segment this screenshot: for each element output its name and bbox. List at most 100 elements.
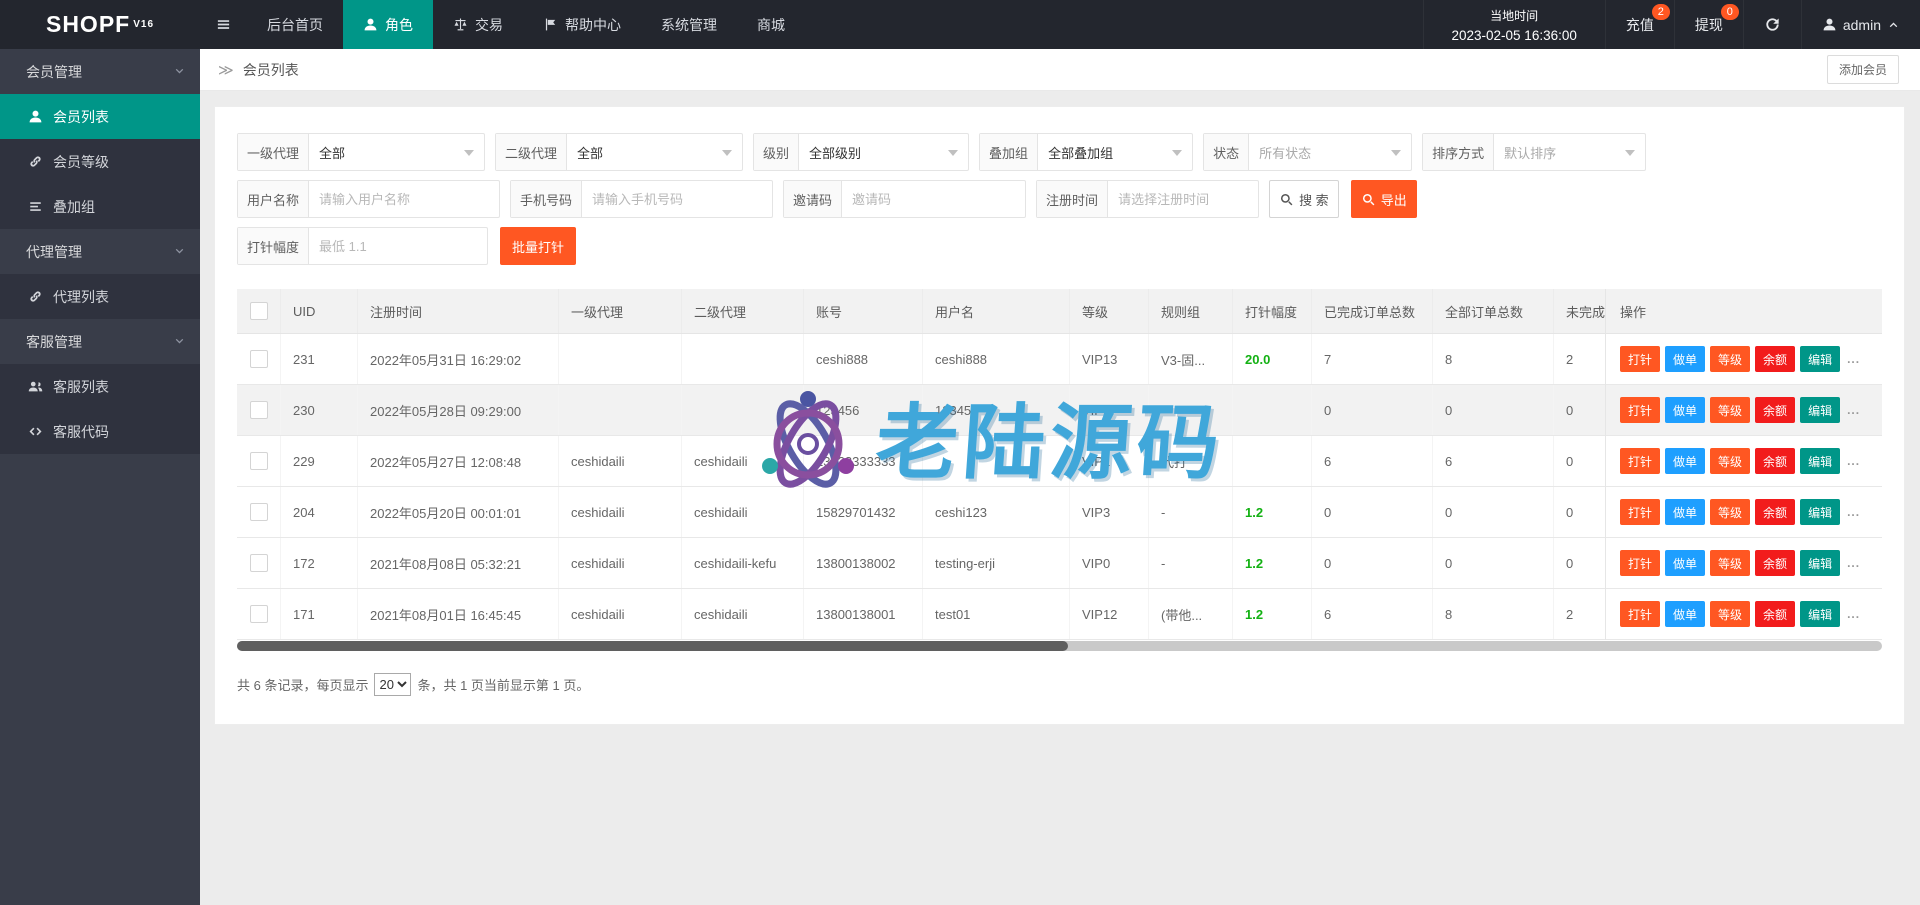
action-edit-button[interactable]: 编辑 — [1800, 499, 1840, 525]
cell-reg-time: 2022年05月31日 16:29:02 — [358, 334, 559, 384]
action-level-button[interactable]: 等级 — [1710, 499, 1750, 525]
search-button[interactable]: 搜 索 — [1269, 180, 1339, 218]
sidebar-item-service-code[interactable]: 客服代码 — [0, 409, 200, 454]
action-inject-button[interactable]: 打针 — [1620, 346, 1660, 372]
nav-item-trade[interactable]: 交易 — [433, 0, 523, 49]
nav-item-help-center[interactable]: 帮助中心 — [523, 0, 641, 49]
action-make-order-button[interactable]: 做单 — [1665, 601, 1705, 627]
row-checkbox[interactable] — [250, 401, 268, 419]
action-level-button[interactable]: 等级 — [1710, 550, 1750, 576]
action-more-button[interactable]: ... — [1845, 499, 1862, 525]
action-more-button[interactable]: ... — [1845, 550, 1862, 576]
batch-inject-button[interactable]: 批量打针 — [500, 227, 576, 265]
withdraw-button[interactable]: 提现 0 — [1674, 0, 1743, 49]
row-checkbox[interactable] — [250, 554, 268, 572]
filter-level-select[interactable]: 全部级别 — [799, 134, 968, 170]
user-menu[interactable]: admin — [1801, 0, 1920, 49]
action-more-button[interactable]: ... — [1845, 601, 1862, 627]
filter-phone-input[interactable] — [582, 181, 772, 217]
sidebar-group-agent-management[interactable]: 代理管理 — [0, 229, 200, 274]
pagination-text-before: 共 6 条记录，每页显示 — [237, 675, 368, 694]
nav-item-mall[interactable]: 商城 — [737, 0, 805, 49]
select-all-checkbox[interactable] — [250, 302, 268, 320]
filter-rate-input[interactable] — [309, 228, 487, 264]
export-button-label: 导出 — [1381, 190, 1407, 209]
sidebar-item-agent-list[interactable]: 代理列表 — [0, 274, 200, 319]
user-icon — [1822, 17, 1837, 32]
row-checkbox[interactable] — [250, 350, 268, 368]
refresh-button[interactable] — [1743, 0, 1801, 49]
action-balance-button[interactable]: 余额 — [1755, 448, 1795, 474]
filter-status-select[interactable]: 所有状态 — [1249, 134, 1411, 170]
cell-done-orders: 0 — [1312, 538, 1433, 588]
header-cell: 规则组 — [1149, 289, 1233, 333]
cell-agent2: ceshidaili — [682, 436, 804, 486]
header-cell: 用户名 — [923, 289, 1070, 333]
filter-label: 用户名称 — [238, 181, 309, 217]
add-member-button[interactable]: 添加会员 — [1827, 55, 1899, 84]
action-make-order-button[interactable]: 做单 — [1665, 346, 1705, 372]
nav-toggle-button[interactable] — [200, 0, 247, 49]
horizontal-scrollbar[interactable] — [237, 641, 1882, 651]
top-nav: 后台首页 角色交易帮助中心系统管理商城 — [200, 0, 805, 49]
operations-column: 操作打针做单等级余额编辑...打针做单等级余额编辑...打针做单等级余额编辑..… — [1605, 289, 1882, 640]
sidebar-group-member-management[interactable]: 会员管理 — [0, 49, 200, 94]
nav-item-dashboard[interactable]: 后台首页 — [247, 0, 343, 49]
sidebar-item-service-list[interactable]: 客服列表 — [0, 364, 200, 409]
cell-uid: 172 — [281, 538, 358, 588]
action-level-button[interactable]: 等级 — [1710, 601, 1750, 627]
logo: SHOPFV16 — [0, 0, 200, 49]
action-level-button[interactable]: 等级 — [1710, 448, 1750, 474]
action-more-button[interactable]: ... — [1845, 448, 1862, 474]
sidebar-item-member-list[interactable]: 会员列表 — [0, 94, 200, 139]
export-button[interactable]: 导出 — [1351, 180, 1417, 218]
action-edit-button[interactable]: 编辑 — [1800, 550, 1840, 576]
action-inject-button[interactable]: 打针 — [1620, 601, 1660, 627]
cell-account: 13800138001 — [804, 589, 923, 639]
sidebar-group-service-management[interactable]: 客服管理 — [0, 319, 200, 364]
scrollbar-thumb[interactable] — [237, 641, 1068, 651]
filter-agent1-select[interactable]: 全部 — [309, 134, 484, 170]
action-inject-button[interactable]: 打针 — [1620, 550, 1660, 576]
action-make-order-button[interactable]: 做单 — [1665, 397, 1705, 423]
action-edit-button[interactable]: 编辑 — [1800, 448, 1840, 474]
page-size-select[interactable]: 20 — [374, 673, 411, 696]
action-level-button[interactable]: 等级 — [1710, 346, 1750, 372]
filter-reg-time-input[interactable] — [1108, 181, 1258, 217]
action-balance-button[interactable]: 余额 — [1755, 550, 1795, 576]
action-make-order-button[interactable]: 做单 — [1665, 499, 1705, 525]
action-inject-button[interactable]: 打针 — [1620, 448, 1660, 474]
sidebar-item-stack-group[interactable]: 叠加组 — [0, 184, 200, 229]
action-balance-button[interactable]: 余额 — [1755, 499, 1795, 525]
sidebar-item-member-level[interactable]: 会员等级 — [0, 139, 200, 184]
row-checkbox[interactable] — [250, 503, 268, 521]
filter-sort-select[interactable]: 默认排序 — [1494, 134, 1645, 170]
row-checkbox[interactable] — [250, 452, 268, 470]
action-balance-button[interactable]: 余额 — [1755, 346, 1795, 372]
row-checkbox[interactable] — [250, 605, 268, 623]
action-make-order-button[interactable]: 做单 — [1665, 550, 1705, 576]
action-balance-button[interactable]: 余额 — [1755, 601, 1795, 627]
action-more-button[interactable]: ... — [1845, 397, 1862, 423]
action-make-order-button[interactable]: 做单 — [1665, 448, 1705, 474]
action-inject-button[interactable]: 打针 — [1620, 397, 1660, 423]
nav-item-roles[interactable]: 角色 — [343, 0, 433, 49]
action-more-button[interactable]: ... — [1845, 346, 1862, 372]
recharge-button[interactable]: 充值 2 — [1605, 0, 1674, 49]
action-edit-button[interactable]: 编辑 — [1800, 346, 1840, 372]
nav-item-label: 角色 — [385, 15, 413, 35]
nav-item-system[interactable]: 系统管理 — [641, 0, 737, 49]
action-balance-button[interactable]: 余额 — [1755, 397, 1795, 423]
cell-uid: 204 — [281, 487, 358, 537]
filter-agent2: 二级代理全部 — [495, 133, 743, 171]
filter-stack-group-select[interactable]: 全部叠加组 — [1038, 134, 1192, 170]
filter-invite-code-input[interactable] — [842, 181, 1025, 217]
action-inject-button[interactable]: 打针 — [1620, 499, 1660, 525]
filter-label: 二级代理 — [496, 134, 567, 170]
breadcrumb-icon: ≫ — [218, 61, 234, 79]
action-edit-button[interactable]: 编辑 — [1800, 397, 1840, 423]
filter-username-input[interactable] — [309, 181, 499, 217]
filter-agent2-select[interactable]: 全部 — [567, 134, 742, 170]
action-edit-button[interactable]: 编辑 — [1800, 601, 1840, 627]
action-level-button[interactable]: 等级 — [1710, 397, 1750, 423]
